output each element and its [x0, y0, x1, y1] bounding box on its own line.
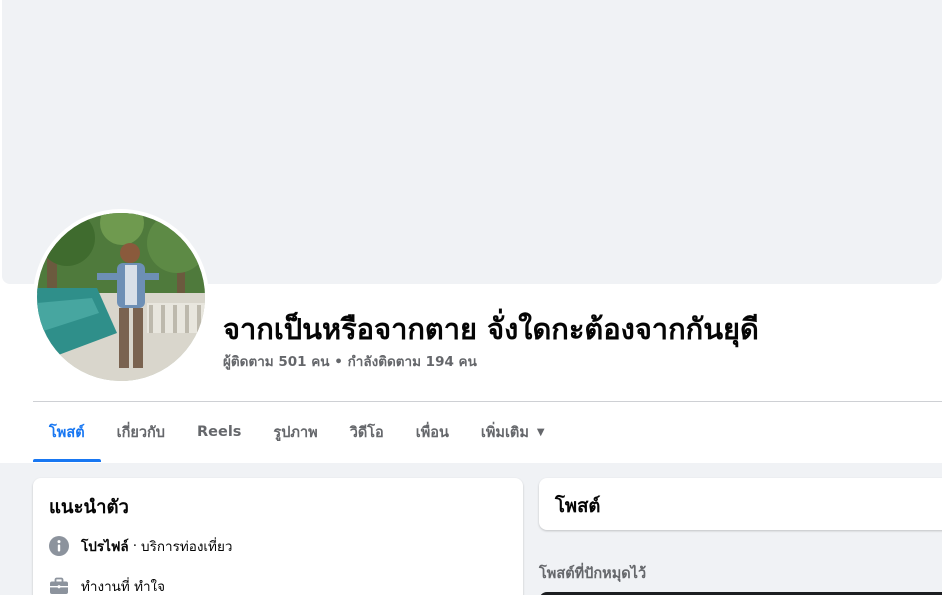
intro-profile-sep: · [132, 538, 137, 554]
following-link[interactable]: กำลังติดตาม 194 คน [348, 354, 477, 370]
info-icon [49, 536, 69, 556]
intro-profile-label: โปรไฟล์ [81, 539, 129, 555]
caret-down-icon: ▼ [536, 426, 545, 438]
briefcase-icon [49, 576, 69, 595]
intro-work-row: ทำงานที่ ทำใจ [49, 575, 165, 595]
tab-about[interactable]: เกี่ยวกับ [101, 402, 181, 462]
posts-title: โพสต์ [555, 496, 601, 517]
intro-profile-category[interactable]: บริการท่องเที่ยว [141, 535, 232, 557]
intro-work-text: ทำงานที่ ทำใจ [81, 579, 166, 595]
intro-card: แนะนำตัว โปรไฟล์ · บริการท่องเที่ยว ทำงา… [33, 478, 523, 595]
tab-more[interactable]: เพิ่มเติม ▼ [465, 402, 561, 462]
profile-picture[interactable] [33, 209, 209, 385]
tab-friends[interactable]: เพื่อน [400, 402, 465, 462]
profile-photo-image [37, 213, 205, 381]
stats-separator: • [334, 354, 343, 370]
intro-profile-row: โปรไฟล์ · บริการท่องเที่ยว [49, 535, 232, 557]
profile-name: จากเป็นหรือจากตาย จั่งใดกะต้องจากกันยุดี [223, 312, 759, 346]
tab-photos[interactable]: รูปภาพ [257, 402, 333, 462]
follow-stats: ผู้ติดตาม 501 คน • กำลังติดตาม 194 คน [223, 350, 477, 372]
intro-title: แนะนำตัว [49, 497, 129, 518]
profile-tabs: โพสต์ เกี่ยวกับ Reels รูปภาพ วิดีโอ เพื่… [33, 402, 561, 462]
pinned-posts-label: โพสต์ที่ปักหมุดไว้ [539, 566, 647, 582]
followers-link[interactable]: ผู้ติดตาม 501 คน [223, 354, 330, 370]
tab-more-label: เพิ่มเติม [480, 424, 529, 441]
posts-card: โพสต์ [539, 478, 942, 530]
tab-videos[interactable]: วิดีโอ [334, 402, 400, 462]
tab-reels[interactable]: Reels [181, 402, 257, 462]
tab-posts[interactable]: โพสต์ [33, 402, 101, 462]
